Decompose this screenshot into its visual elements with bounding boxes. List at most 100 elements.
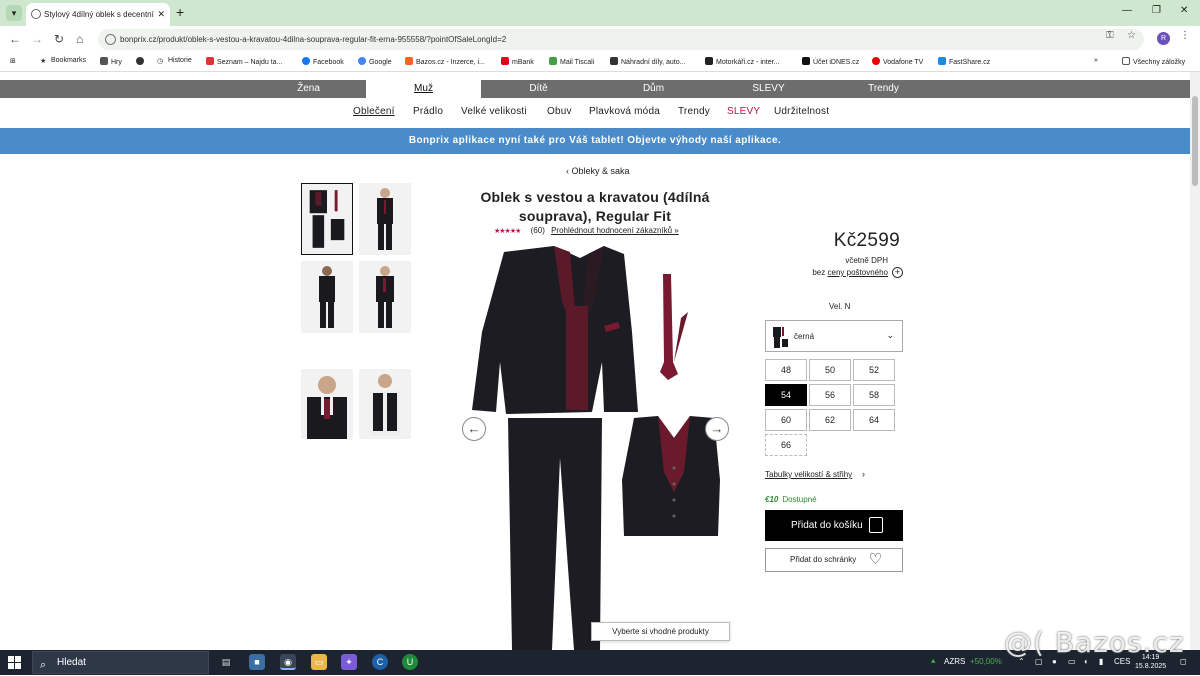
- ccleaner-icon[interactable]: C: [372, 654, 388, 670]
- bookmark-item[interactable]: Mail Tiscali: [549, 57, 594, 66]
- utorrent-icon[interactable]: U: [402, 654, 418, 670]
- close-window-icon[interactable]: ✕: [1180, 5, 1188, 16]
- add-to-cart-button[interactable]: Přidat do košíku: [765, 510, 903, 541]
- taskbar-search[interactable]: ⌕ Hledat: [32, 651, 209, 674]
- thumbnail-2[interactable]: [359, 183, 411, 255]
- scrollbar-thumb[interactable]: [1192, 96, 1198, 186]
- breadcrumb[interactable]: ‹ Obleky & saka: [566, 166, 630, 176]
- size-option-52[interactable]: 52: [853, 359, 895, 381]
- subnav-plavkova-moda[interactable]: Plavková móda: [589, 106, 660, 117]
- apps-grid-icon[interactable]: ⊞: [10, 57, 16, 65]
- suggested-products-popup[interactable]: Vyberte si vhodné produkty: [591, 622, 730, 641]
- all-bookmarks-folder[interactable]: Všechny záložky: [1122, 57, 1185, 66]
- nav-dite[interactable]: Dítě: [481, 80, 596, 98]
- ticker-name[interactable]: AZRS: [944, 657, 965, 666]
- thumbnail-4[interactable]: [359, 261, 411, 333]
- nav-slevy[interactable]: SLEVY: [711, 80, 826, 98]
- bookmark-item[interactable]: Google: [358, 57, 392, 66]
- bookmark-item[interactable]: FastShare.cz: [938, 57, 990, 66]
- chrome-icon[interactable]: ◉: [280, 654, 296, 670]
- forward-icon[interactable]: →: [31, 32, 43, 46]
- size-chart-link[interactable]: Tabulky velikostí & střihy: [765, 470, 852, 479]
- clock-date: 15.8.2025: [1135, 663, 1167, 670]
- new-tab-button[interactable]: +: [176, 4, 184, 20]
- shipping-link[interactable]: ceny poštovného: [828, 268, 889, 277]
- add-to-wishlist-button[interactable]: Přidat do schránky ♡: [765, 548, 903, 572]
- product-price: Kč2599: [833, 230, 900, 251]
- size-option-50[interactable]: 50: [809, 359, 851, 381]
- bookmark-item[interactable]: Hry: [100, 57, 122, 66]
- menu-kebab-icon[interactable]: ⋮: [1180, 30, 1190, 41]
- arrow-left-icon[interactable]: ←: [462, 417, 486, 441]
- product-title: Oblek s vestou a kravatou (4dílná soupra…: [480, 189, 710, 224]
- bookmark-item[interactable]: mBank: [501, 57, 534, 66]
- site-info-icon[interactable]: [105, 34, 116, 45]
- subnav-slevy[interactable]: SLEVY: [727, 106, 760, 117]
- close-tab-icon[interactable]: ✕: [157, 3, 165, 26]
- size-option-58[interactable]: 58: [853, 384, 895, 406]
- site-favicon: [31, 9, 41, 19]
- size-option-66[interactable]: 66: [765, 434, 807, 456]
- bookmark-item[interactable]: Účet iDNES.cz: [802, 57, 859, 66]
- thumbnail-1[interactable]: [301, 183, 353, 255]
- reload-icon[interactable]: ↻: [54, 32, 64, 46]
- profile-avatar[interactable]: R: [1157, 32, 1170, 45]
- subnav-obleceni[interactable]: Oblečení: [353, 106, 395, 117]
- vat-note: včetně DPH: [845, 256, 888, 265]
- home-icon[interactable]: ⌂: [76, 32, 83, 46]
- bookmark-item[interactable]: Seznam – Najdu ta...: [206, 57, 282, 66]
- copilot-icon[interactable]: ✦: [341, 654, 357, 670]
- bookmark-item[interactable]: Vodafone TV: [872, 57, 923, 66]
- rating-stars-icon: ★★★★★: [494, 228, 521, 235]
- bookmark-item[interactable]: Facebook: [302, 57, 344, 66]
- subnav-pradlo[interactable]: Prádlo: [413, 106, 443, 117]
- tab-search-button[interactable]: ▾: [6, 5, 22, 21]
- size-option-56[interactable]: 56: [809, 384, 851, 406]
- bookmark-item[interactable]: Náhradní díly, auto...: [610, 57, 685, 66]
- thumbnail-5[interactable]: [301, 369, 353, 439]
- size-option-62[interactable]: 62: [809, 409, 851, 431]
- plus-icon[interactable]: +: [892, 267, 903, 278]
- app-promo-banner[interactable]: Bonprix aplikace nyní také pro Váš table…: [0, 128, 1190, 154]
- password-key-icon[interactable]: ⚿: [1106, 30, 1114, 41]
- product-main-image[interactable]: [462, 242, 736, 650]
- size-option-60[interactable]: 60: [765, 409, 807, 431]
- thumbnail-6[interactable]: [359, 369, 411, 439]
- more-bookmarks-icon[interactable]: »: [1094, 57, 1098, 64]
- bookmark-item[interactable]: ◷ Historie: [157, 57, 192, 65]
- chevron-down-icon: ⌄: [886, 330, 894, 340]
- ratings-link[interactable]: Prohlédnout hodnocení zákazníků »: [551, 226, 679, 235]
- windows-start-icon[interactable]: [8, 656, 21, 669]
- main-category-nav: Žena Muž Dítě Dům SLEVY Trendy: [0, 80, 1190, 98]
- maximize-icon[interactable]: ❐: [1152, 5, 1161, 16]
- nav-dum[interactable]: Dům: [596, 80, 711, 98]
- task-view-icon[interactable]: ▤: [218, 654, 234, 670]
- availability: €10 Dostupné: [765, 495, 817, 504]
- store-icon[interactable]: ■: [249, 654, 265, 670]
- bookmark-item[interactable]: [136, 57, 147, 66]
- sub-category-nav: Oblečení Prádlo Velké velikosti Obuv Pla…: [0, 106, 1190, 122]
- subnav-velke-velikosti[interactable]: Velké velikosti: [461, 106, 527, 117]
- nav-muz[interactable]: Muž: [366, 80, 481, 98]
- page-scrollbar[interactable]: [1190, 72, 1200, 650]
- nav-trendy[interactable]: Trendy: [826, 80, 941, 98]
- browser-tab[interactable]: Stylový 4dílný oblek s decentní ✕: [26, 3, 170, 26]
- arrow-right-icon[interactable]: →: [705, 417, 729, 441]
- size-option-48[interactable]: 48: [765, 359, 807, 381]
- color-select[interactable]: černá ⌄: [765, 320, 903, 352]
- subnav-trendy[interactable]: Trendy: [678, 106, 710, 117]
- bookmark-star-icon[interactable]: ☆: [1127, 30, 1136, 41]
- subnav-obuv[interactable]: Obuv: [547, 106, 572, 117]
- bookmark-item[interactable]: ★ Bookmarks: [40, 57, 86, 65]
- bookmark-item[interactable]: Bazos.cz - Inzerce, i...: [405, 57, 485, 66]
- minimize-icon[interactable]: —: [1122, 5, 1132, 16]
- size-option-64[interactable]: 64: [853, 409, 895, 431]
- nav-zena[interactable]: Žena: [251, 80, 366, 98]
- subnav-udrzitelnost[interactable]: Udržitelnost: [774, 106, 829, 117]
- file-explorer-icon[interactable]: ▭: [311, 654, 327, 670]
- back-icon[interactable]: ←: [9, 32, 21, 46]
- bookmark-item[interactable]: Motorkáři.cz - inter...: [705, 57, 779, 66]
- address-bar[interactable]: bonprix.cz/produkt/oblek-s-vestou-a-krav…: [98, 29, 1144, 50]
- size-option-54[interactable]: 54: [765, 384, 807, 406]
- thumbnail-3[interactable]: [301, 261, 353, 333]
